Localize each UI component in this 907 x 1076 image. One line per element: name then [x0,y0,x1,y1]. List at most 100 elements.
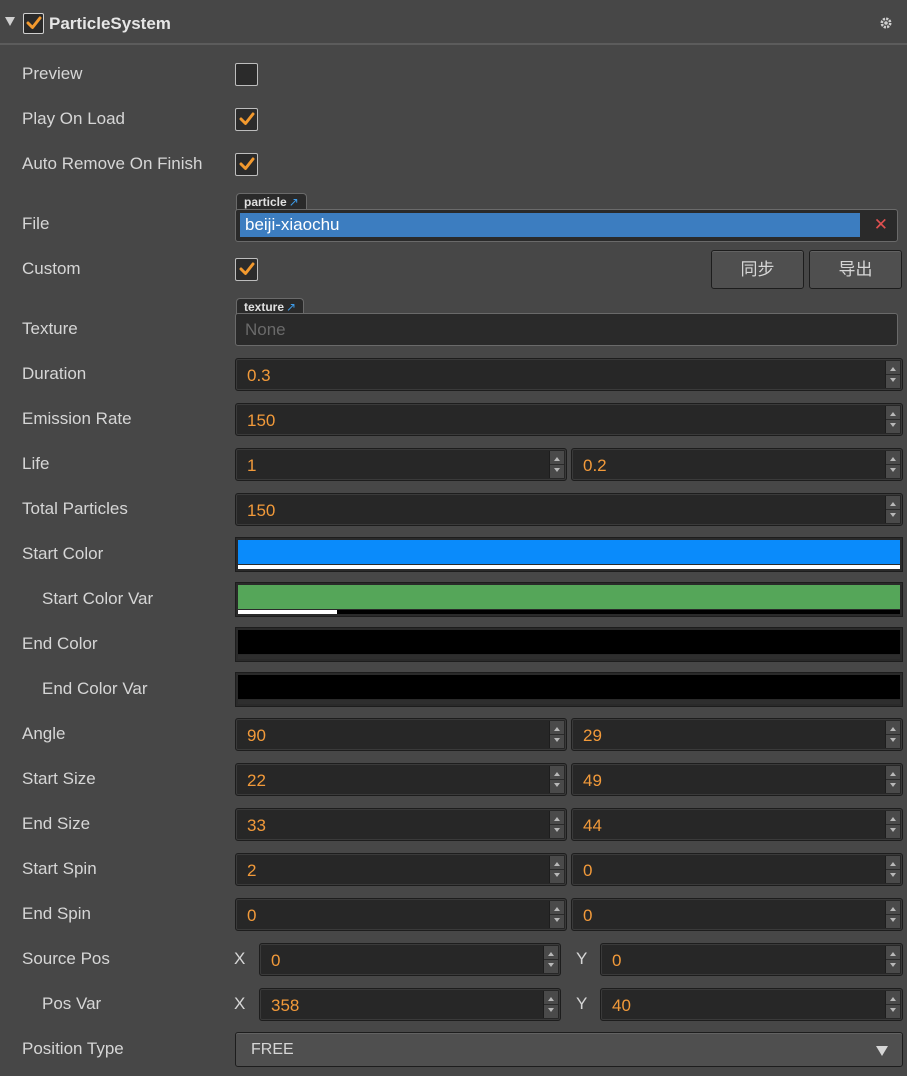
source-pos-y-input[interactable]: 0 [600,943,903,976]
end-color-swatch[interactable] [235,627,903,662]
start-spin-var-stepper[interactable] [885,856,900,883]
start-spin-input[interactable]: 2 [235,853,567,886]
end-size-value: 33 [247,816,266,835]
pos-var-x-input[interactable]: 358 [259,988,561,1021]
texture-label: Texture [22,319,78,338]
end-color-var-fill [238,675,900,699]
life-label: Life [22,454,50,473]
start-color-alpha-bar [238,565,900,569]
component-header: ParticleSystem [0,0,907,46]
component-enabled-checkbox[interactable] [23,13,44,34]
sync-button[interactable]: 同步 [711,250,804,289]
duration-label: Duration [22,364,87,383]
custom-checkbox[interactable] [235,258,258,281]
pos-var-y-axis-label: Y [576,994,588,1013]
duration-stepper[interactable] [885,361,900,388]
close-icon[interactable]: ✕ [874,215,888,235]
pos-var-y-input[interactable]: 40 [600,988,903,1021]
pos-var-x-axis-label: X [234,994,246,1013]
pos-var-x-stepper[interactable] [543,991,558,1018]
end-size-input[interactable]: 33 [235,808,567,841]
auto-remove-label: Auto Remove On Finish [22,154,203,173]
pos-var-y-stepper[interactable] [885,991,900,1018]
start-spin-stepper[interactable] [549,856,564,883]
source-pos-x-value: 0 [271,951,281,970]
play-on-load-label: Play On Load [22,109,126,128]
gear-icon[interactable] [879,16,893,34]
life-var-value: 0.2 [583,456,607,475]
life-stepper[interactable] [549,451,564,478]
emission-rate-input[interactable]: 150 [235,403,903,436]
angle-var-stepper[interactable] [885,721,900,748]
checkmark-icon [239,262,255,275]
source-pos-y-value: 0 [612,951,622,970]
life-var-input[interactable]: 0.2 [571,448,903,481]
end-color-label: End Color [22,634,98,653]
end-spin-var-input[interactable]: 0 [571,898,903,931]
angle-stepper[interactable] [549,721,564,748]
export-button[interactable]: 导出 [809,250,902,289]
emission-rate-label: Emission Rate [22,409,132,428]
start-size-label: Start Size [22,769,96,788]
end-spin-stepper[interactable] [549,901,564,928]
end-size-var-value: 44 [583,816,602,835]
duration-input[interactable]: 0.3 [235,358,903,391]
start-color-swatch[interactable] [235,537,903,572]
end-size-stepper[interactable] [549,811,564,838]
texture-asset-field[interactable]: None [235,313,898,346]
end-color-var-swatch[interactable] [235,672,903,707]
file-asset-type: particle [244,195,287,209]
angle-value: 90 [247,726,266,745]
start-size-var-stepper[interactable] [885,766,900,793]
start-color-var-swatch[interactable] [235,582,903,617]
source-pos-y-stepper[interactable] [885,946,900,973]
total-particles-stepper[interactable] [885,496,900,523]
angle-var-input[interactable]: 29 [571,718,903,751]
position-type-label: Position Type [22,1039,124,1058]
collapse-triangle-icon[interactable] [5,17,15,26]
external-link-icon[interactable]: ↗ [286,300,296,314]
end-spin-input[interactable]: 0 [235,898,567,931]
source-pos-x-axis-label: X [234,949,246,968]
file-value: beiji-xiaochu [245,215,340,234]
source-pos-x-stepper[interactable] [543,946,558,973]
angle-var-value: 29 [583,726,602,745]
start-color-var-alpha-bar [238,610,338,614]
emission-rate-stepper[interactable] [885,406,900,433]
end-spin-var-stepper[interactable] [885,901,900,928]
play-on-load-checkbox[interactable] [235,108,258,131]
pos-var-label: Pos Var [42,994,102,1013]
custom-label: Custom [22,259,81,278]
external-link-icon[interactable]: ↗ [289,195,299,209]
preview-checkbox[interactable] [235,63,258,86]
file-asset-field[interactable]: beiji-xiaochu ✕ [235,209,898,242]
end-spin-value: 0 [247,906,257,925]
start-size-var-input[interactable]: 49 [571,763,903,796]
angle-label: Angle [22,724,66,743]
texture-asset-type: texture [244,300,285,314]
start-spin-var-input[interactable]: 0 [571,853,903,886]
start-size-var-value: 49 [583,771,602,790]
pos-var-x-value: 358 [271,996,300,1015]
position-type-value: FREE [251,1041,294,1058]
start-size-value: 22 [247,771,266,790]
life-var-stepper[interactable] [885,451,900,478]
end-size-var-input[interactable]: 44 [571,808,903,841]
end-color-var-label: End Color Var [42,679,148,698]
start-color-fill [238,540,900,564]
end-size-var-stepper[interactable] [885,811,900,838]
total-particles-input[interactable]: 150 [235,493,903,526]
auto-remove-checkbox[interactable] [235,153,258,176]
source-pos-x-input[interactable]: 0 [259,943,561,976]
position-type-select[interactable]: FREE [235,1032,903,1067]
start-size-stepper[interactable] [549,766,564,793]
start-spin-value: 2 [247,861,257,880]
end-spin-label: End Spin [22,904,91,923]
angle-input[interactable]: 90 [235,718,567,751]
start-spin-var-value: 0 [583,861,593,880]
start-color-label: Start Color [22,544,104,563]
life-input[interactable]: 1 [235,448,567,481]
start-size-input[interactable]: 22 [235,763,567,796]
start-color-var-label: Start Color Var [42,589,154,608]
checkmark-icon [239,112,255,125]
